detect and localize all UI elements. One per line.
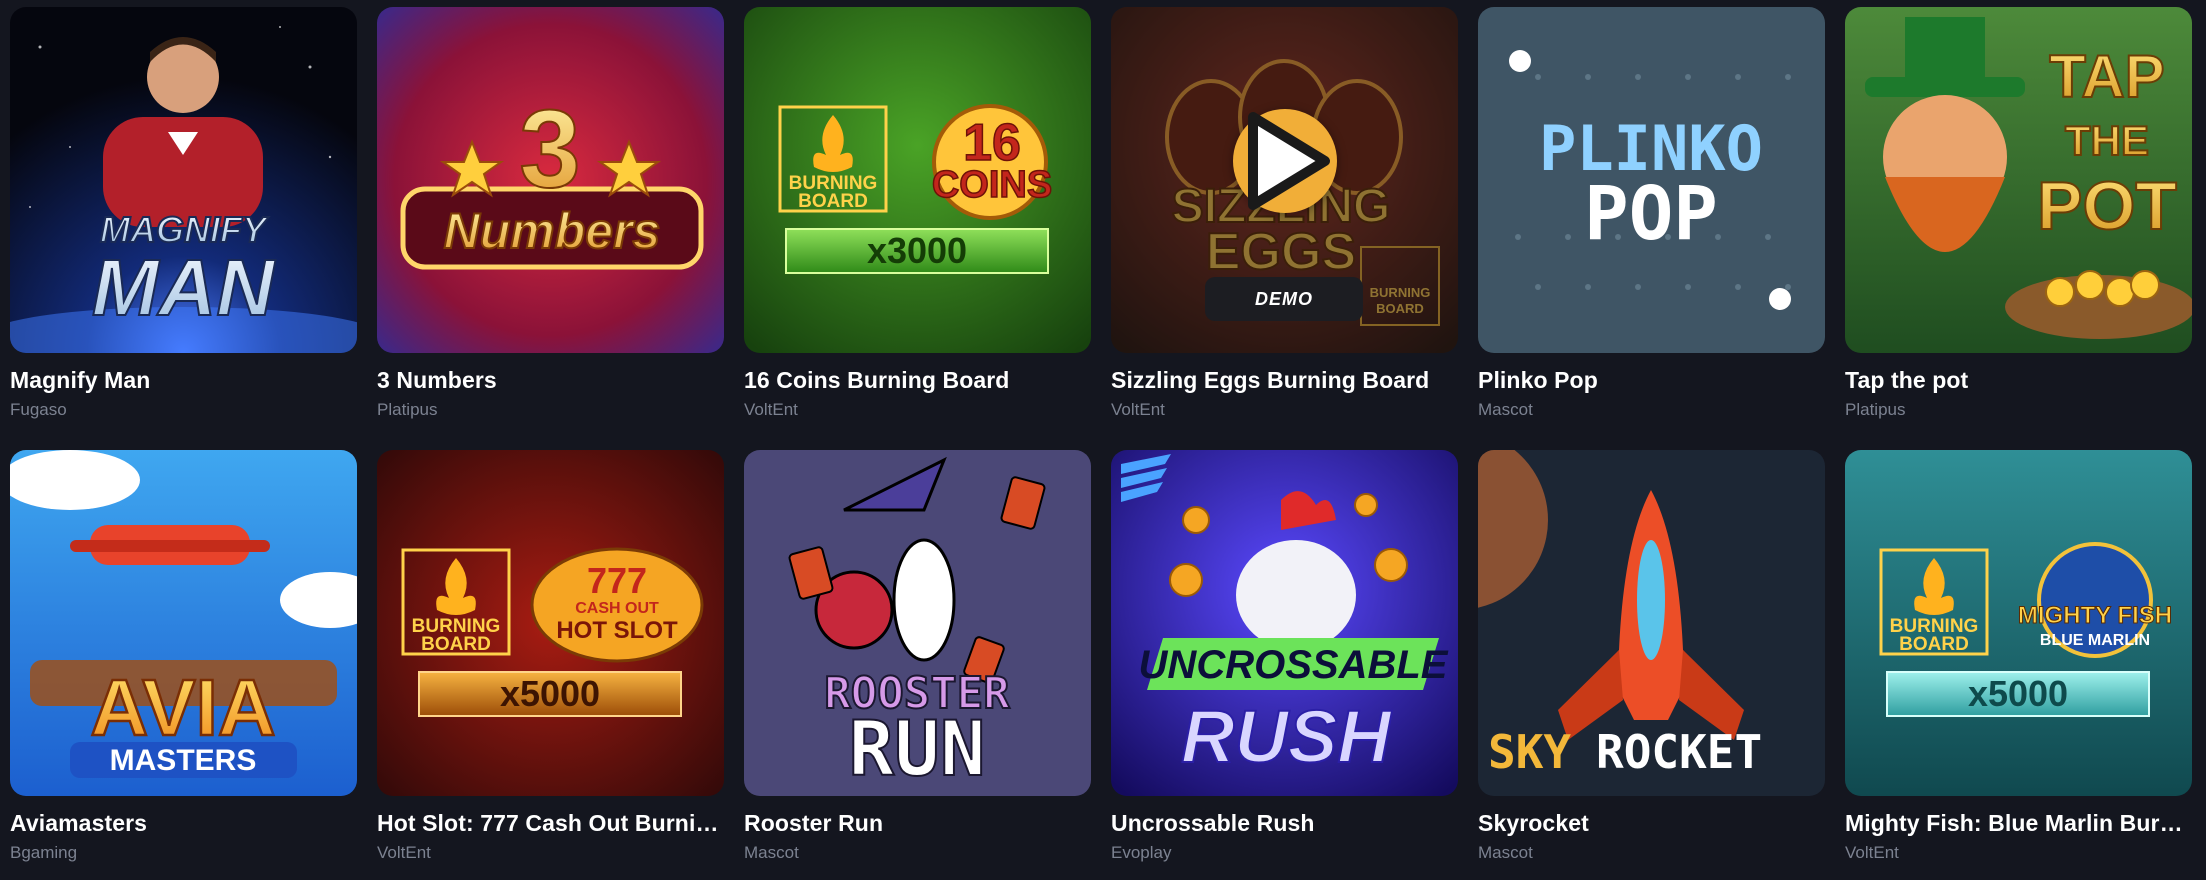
game-thumbnail[interactable]: SKY ROCKET [1478,450,1825,796]
magnify-man-logo: MAGNIFY MAN [91,208,277,333]
aviamasters-logo: AVIA MASTERS [89,662,277,777]
game-card-plinko-pop[interactable]: PLINKO POP Plinko Pop Mascot [1478,7,1825,437]
game-thumbnail[interactable]: BURNING BOARD 16 COINS x3000 [744,7,1091,353]
svg-text:SKY: SKY [1488,725,1571,779]
game-title[interactable]: Tap the pot [1845,367,2192,394]
game-card-rooster-run[interactable]: ROOSTER RUN Rooster Run Mascot [744,450,1091,880]
game-thumbnail[interactable]: ROOSTER RUN [744,450,1091,796]
game-card-16-coins[interactable]: BURNING BOARD 16 COINS x3000 16 Coins Bu… [744,7,1091,437]
game-provider: Mascot [744,843,799,862]
game-title[interactable]: 16 Coins Burning Board [744,367,1091,394]
tap-the-pot-logo: TAP THE POT [2036,42,2178,245]
16-coins-logo: BURNING BOARD 16 COINS x3000 [789,113,1053,271]
game-provider: VoltEnt [1111,400,1165,419]
svg-text:ROCKET: ROCKET [1596,725,1762,779]
game-provider: Fugaso [10,400,67,419]
3-numbers-logo: 3 Numbers [443,87,662,260]
svg-text:MIGHTY FISH: MIGHTY FISH [2018,602,2172,629]
game-thumbnail[interactable]: 3 Numbers [377,7,724,353]
svg-text:BOARD: BOARD [421,634,491,655]
hot-slot-logo: BURNING BOARD 777 CASH OUT HOT SLOT x500… [412,560,678,714]
game-thumbnail[interactable]: PLINKO POP [1478,7,1825,353]
svg-text:POT: POT [2037,168,2177,244]
game-provider: Mascot [1478,843,1533,862]
game-card-sizzling-eggs[interactable]: SIZZLING EGGS BURNING BOARD DEMO Sizzlin… [1111,7,1458,437]
svg-text:HOT SLOT: HOT SLOT [556,617,678,644]
game-card-hot-slot[interactable]: BURNING BOARD 777 CASH OUT HOT SLOT x500… [377,450,724,880]
svg-text:BLUE MARLIN: BLUE MARLIN [2040,632,2150,649]
svg-text:UNCROSSABLE: UNCROSSABLE [1139,643,1449,687]
game-provider: VoltEnt [1845,843,1899,862]
rooster-run-logo: ROOSTER RUN [823,667,1011,794]
game-provider: Platipus [1845,400,1906,419]
game-title[interactable]: Magnify Man [10,367,357,394]
svg-text:x3000: x3000 [867,230,967,271]
skyrocket-logo: SKY ROCKET [1488,725,1762,779]
game-card-skyrocket[interactable]: SKY ROCKET Skyrocket Mascot [1478,450,1825,880]
svg-text:MAN: MAN [92,243,276,332]
game-card-3-numbers[interactable]: 3 Numbers 3 Numbers Platipus [377,7,724,437]
uncrossable-rush-logo: UNCROSSABLE RUSH [1139,643,1449,779]
game-provider: Evoplay [1111,843,1172,862]
game-provider: Mascot [1478,400,1533,419]
svg-text:3: 3 [519,88,580,211]
plinko-pop-logo: PLINKO POP [1539,112,1763,257]
game-title[interactable]: Aviamasters [10,810,357,837]
game-thumbnail[interactable]: SIZZLING EGGS BURNING BOARD DEMO [1111,7,1458,353]
demo-button[interactable]: DEMO [1205,277,1363,321]
game-thumbnail[interactable]: TAP THE POT [1845,7,2192,353]
game-card-aviamasters[interactable]: AVIA MASTERS Aviamasters Bgaming [10,450,357,880]
svg-text:THE: THE [2065,117,2149,164]
game-title[interactable]: Rooster Run [744,810,1091,837]
play-button[interactable] [1233,109,1337,213]
game-title[interactable]: Sizzling Eggs Burning Board [1111,367,1458,394]
svg-text:TAP: TAP [2049,43,2165,110]
game-thumbnail[interactable]: UNCROSSABLE RUSH [1111,450,1458,796]
game-title[interactable]: Plinko Pop [1478,367,1825,394]
svg-text:x5000: x5000 [1968,673,2068,714]
game-title[interactable]: Hot Slot: 777 Cash Out Burning Board [377,810,724,837]
game-card-mighty-fish[interactable]: BURNING BOARD MIGHTY FISH BLUE MARLIN x5… [1845,450,2192,880]
svg-text:777: 777 [587,560,647,601]
svg-text:BOARD: BOARD [1899,634,1969,655]
game-provider: Platipus [377,400,438,419]
game-thumbnail[interactable]: BURNING BOARD MIGHTY FISH BLUE MARLIN x5… [1845,450,2192,796]
game-provider: VoltEnt [744,400,798,419]
game-grid: MAGNIFY MAN Magnify Man Fugaso 3 Numbers… [10,7,2192,880]
game-thumbnail[interactable]: MAGNIFY MAN [10,7,357,353]
game-title[interactable]: Uncrossable Rush [1111,810,1458,837]
game-title[interactable]: Mighty Fish: Blue Marlin Burning Board [1845,810,2192,837]
game-provider: Bgaming [10,843,78,862]
svg-text:AVIA: AVIA [90,663,275,752]
game-card-magnify-man[interactable]: MAGNIFY MAN Magnify Man Fugaso [10,7,357,437]
game-card-uncrossable-rush[interactable]: UNCROSSABLE RUSH Uncrossable Rush Evopla… [1111,450,1458,880]
svg-text:POP: POP [1584,171,1718,257]
svg-text:CASH OUT: CASH OUT [575,600,659,617]
game-card-tap-the-pot[interactable]: TAP THE POT Tap the pot Platipus [1845,7,2192,437]
svg-text:BOARD: BOARD [798,191,868,212]
svg-text:RUN: RUN [848,704,985,793]
svg-text:RUSH: RUSH [1181,695,1392,778]
game-thumbnail[interactable]: AVIA MASTERS [10,450,357,796]
mighty-fish-logo: BURNING BOARD MIGHTY FISH BLUE MARLIN x5… [1890,602,2173,715]
play-icon [1248,112,1330,210]
game-title[interactable]: 3 Numbers [377,367,724,394]
game-title[interactable]: Skyrocket [1478,810,1825,837]
svg-text:x5000: x5000 [500,673,600,714]
svg-text:Numbers: Numbers [444,203,661,259]
game-thumbnail[interactable]: BURNING BOARD 777 CASH OUT HOT SLOT x500… [377,450,724,796]
svg-text:MASTERS: MASTERS [110,744,257,777]
game-provider: VoltEnt [377,843,431,862]
svg-text:COINS: COINS [932,164,1052,206]
